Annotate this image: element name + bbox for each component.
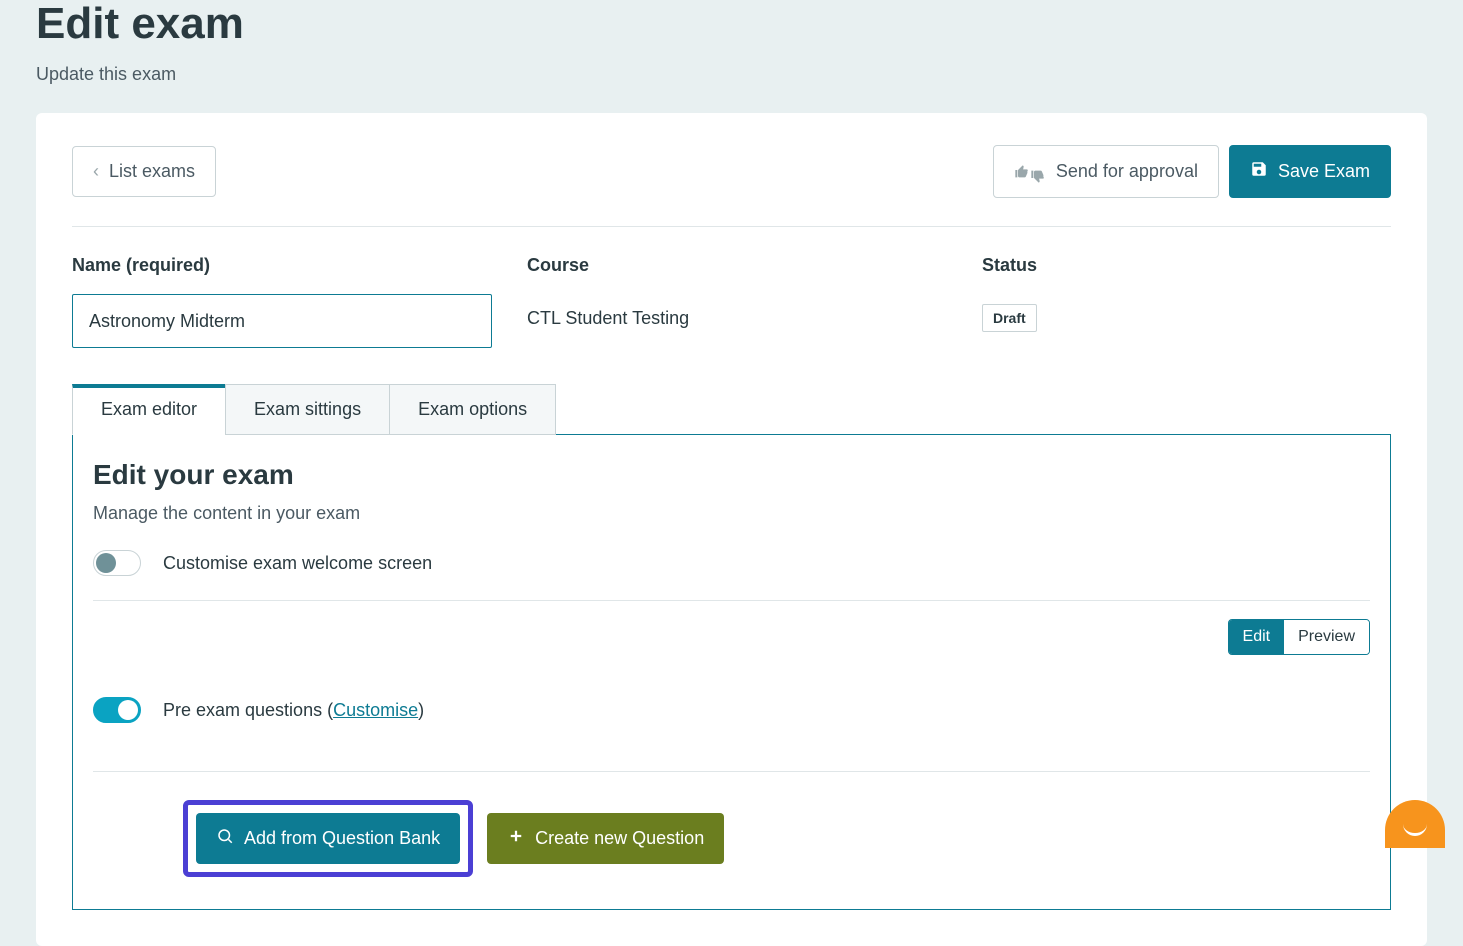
pre-exam-suffix: )	[418, 700, 424, 720]
search-icon	[216, 827, 234, 850]
customise-pre-exam-link[interactable]: Customise	[333, 700, 418, 720]
tab-exam-sittings[interactable]: Exam sittings	[225, 384, 390, 435]
pre-exam-prefix: Pre exam questions (	[163, 700, 333, 720]
panel-divider-2	[93, 771, 1370, 772]
tabs: Exam editor Exam sittings Exam options	[72, 384, 1391, 435]
status-badge: Draft	[982, 304, 1037, 332]
page-subtitle: Update this exam	[36, 64, 1427, 85]
save-exam-button[interactable]: Save Exam	[1229, 145, 1391, 198]
name-label: Name (required)	[72, 255, 527, 276]
edit-preview-segmented: Edit Preview	[1228, 619, 1370, 655]
toggle-customise-welcome[interactable]	[93, 550, 141, 576]
toggle-knob	[96, 553, 116, 573]
page-title: Edit exam	[36, 0, 1427, 48]
tab-panel-editor: Edit your exam Manage the content in you…	[72, 434, 1391, 910]
save-exam-label: Save Exam	[1278, 161, 1370, 182]
save-icon	[1250, 160, 1268, 183]
chevron-left-icon: ‹	[93, 161, 99, 182]
status-label: Status	[982, 255, 1391, 276]
pre-exam-questions-label: Pre exam questions (Customise)	[163, 700, 424, 721]
tab-exam-editor[interactable]: Exam editor	[72, 384, 226, 435]
list-exams-label: List exams	[109, 161, 195, 182]
course-label: Course	[527, 255, 982, 276]
segment-edit[interactable]: Edit	[1229, 620, 1285, 654]
toggle-knob	[118, 700, 138, 720]
exam-name-input[interactable]	[72, 294, 492, 348]
send-for-approval-label: Send for approval	[1056, 161, 1198, 182]
add-from-bank-label: Add from Question Bank	[244, 828, 440, 849]
plus-icon	[507, 827, 525, 850]
toggle-pre-exam-questions[interactable]	[93, 697, 141, 723]
customise-welcome-label: Customise exam welcome screen	[163, 553, 432, 574]
highlight-add-from-bank: Add from Question Bank	[183, 800, 473, 877]
add-from-question-bank-button[interactable]: Add from Question Bank	[196, 813, 460, 864]
smile-icon	[1403, 824, 1427, 836]
panel-divider-1	[93, 600, 1370, 601]
divider	[72, 226, 1391, 227]
send-for-approval-button[interactable]: Send for approval	[993, 145, 1219, 198]
create-new-question-label: Create new Question	[535, 828, 704, 849]
thumbs-icon	[1014, 164, 1046, 180]
segment-preview[interactable]: Preview	[1284, 620, 1369, 654]
panel-subtitle: Manage the content in your exam	[93, 503, 1370, 524]
course-value: CTL Student Testing	[527, 294, 982, 329]
list-exams-button[interactable]: ‹ List exams	[72, 146, 216, 197]
create-new-question-button[interactable]: Create new Question	[487, 813, 724, 864]
tab-exam-options[interactable]: Exam options	[389, 384, 556, 435]
exam-card: ‹ List exams Send for approval Save Exam	[36, 113, 1427, 946]
panel-title: Edit your exam	[93, 459, 1370, 491]
